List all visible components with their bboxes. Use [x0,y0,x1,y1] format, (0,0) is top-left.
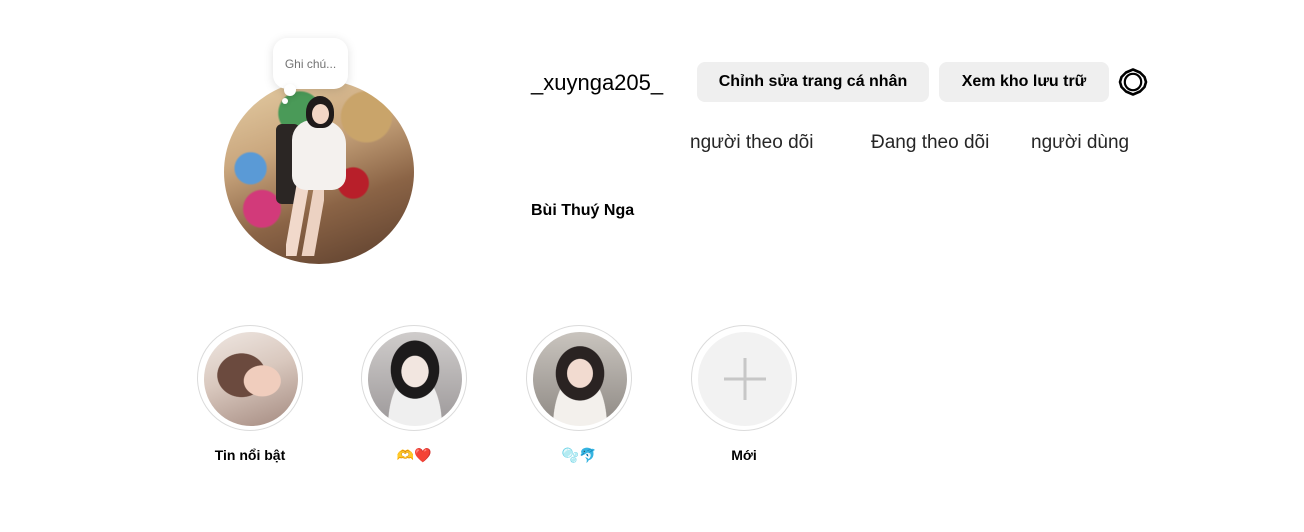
profile-username: _xuynga205_ [531,70,664,95]
followers-stat[interactable]: người theo dõi [690,132,813,154]
users-stat: người dùng [1031,132,1129,154]
highlight-ring [526,325,632,431]
following-label: Đang theo dõi [871,132,990,153]
plus-icon [724,358,766,400]
new-highlight-button[interactable]: Mới [691,325,797,475]
highlight-cover [533,332,627,426]
highlight-label: 🫧🐬 [561,447,597,463]
profile-full-name: Bùi Thuý Nga [531,202,635,219]
avatar-photo [224,80,414,264]
view-archive-button[interactable]: Xem kho lưu trữ [939,62,1109,102]
note-bubble[interactable]: Ghi chú... [273,38,348,89]
following-stat[interactable]: Đang theo dõi [871,132,989,154]
highlight-ring [691,325,797,431]
followers-label: người theo dõi [690,132,814,153]
gear-icon[interactable] [1118,67,1148,97]
highlight-item[interactable]: Tin nổi bật [197,325,303,475]
note-bubble-tail-small [282,98,288,104]
highlight-label: Tin nổi bật [214,447,286,463]
new-highlight-cover [698,332,792,426]
highlight-cover [204,332,298,426]
highlight-label: Mới [731,447,757,463]
profile-page: Ghi chú... _xuynga205_ Chỉnh sửa trang c… [0,0,1304,532]
highlight-item[interactable]: 🫶❤️ [361,325,467,475]
users-label: người dùng [1031,132,1130,153]
highlight-item[interactable]: 🫧🐬 [526,325,632,475]
edit-profile-button[interactable]: Chỉnh sửa trang cá nhân [697,62,929,102]
note-bubble-tail [284,84,296,96]
highlight-ring [197,325,303,431]
highlight-label: 🫶❤️ [396,447,432,463]
note-placeholder: Ghi chú... [284,56,337,71]
highlight-ring [361,325,467,431]
highlight-cover [368,332,462,426]
profile-avatar[interactable] [224,80,414,264]
